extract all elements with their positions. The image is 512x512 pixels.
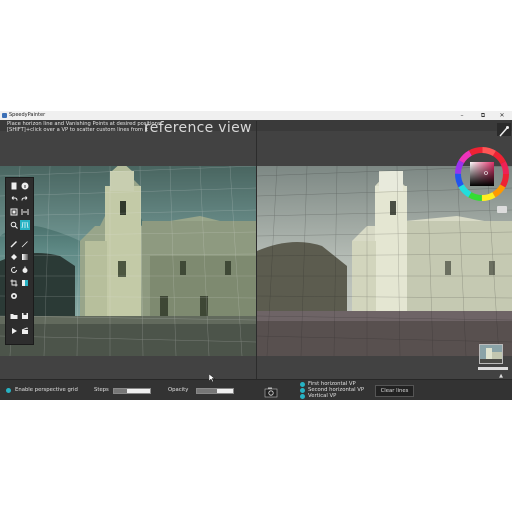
reference-thumbnail[interactable] bbox=[479, 344, 503, 364]
pencil-icon[interactable] bbox=[20, 239, 30, 249]
gradient-icon[interactable] bbox=[20, 252, 30, 262]
new-doc-icon[interactable] bbox=[9, 181, 19, 191]
mirror-icon[interactable] bbox=[20, 278, 30, 288]
close-button[interactable]: ✕ bbox=[492, 111, 512, 120]
first-vp-radio[interactable] bbox=[300, 382, 305, 387]
frame-icon[interactable] bbox=[9, 207, 19, 217]
opacity-slider-fill bbox=[197, 389, 217, 393]
perspective-grid-label: Enable perspective grid bbox=[15, 387, 78, 393]
second-vp-radio[interactable] bbox=[300, 388, 305, 393]
brush-icon[interactable] bbox=[9, 239, 19, 249]
mouse-cursor-icon bbox=[209, 374, 215, 382]
opacity-label: Opacity bbox=[168, 387, 189, 393]
app-window: SpeedyPainter – ⧉ ✕ Place horizon line a… bbox=[0, 111, 512, 400]
fill-icon[interactable] bbox=[9, 252, 19, 262]
play-icon[interactable] bbox=[9, 326, 19, 336]
perspective-grid-toggle[interactable] bbox=[6, 388, 11, 393]
thumbnail-scrollbar[interactable] bbox=[478, 367, 508, 370]
brush-settings-icon[interactable] bbox=[497, 123, 511, 137]
hint-text: Place horizon line and Vanishing Points … bbox=[7, 121, 161, 133]
steps-slider[interactable] bbox=[113, 388, 151, 394]
grid-icon[interactable] bbox=[20, 220, 30, 230]
save-icon[interactable] bbox=[20, 311, 30, 321]
steps-label: Steps bbox=[94, 387, 109, 393]
color-icon[interactable] bbox=[9, 291, 19, 301]
drawing-canvas[interactable] bbox=[0, 166, 256, 356]
redo-icon[interactable] bbox=[20, 194, 30, 204]
tool-palette bbox=[5, 177, 34, 345]
reference-view-label: reference view bbox=[144, 120, 252, 136]
maximize-button[interactable]: ⧉ bbox=[473, 111, 493, 120]
hint-line-2: [SHIFT]+click over a VP to scatter custo… bbox=[7, 127, 149, 133]
title-bar: SpeedyPainter – ⧉ ✕ bbox=[0, 111, 512, 120]
folder-icon[interactable] bbox=[9, 311, 19, 321]
brush-size-handle[interactable] bbox=[497, 206, 507, 213]
app-icon bbox=[2, 113, 7, 118]
vertical-vp-radio[interactable] bbox=[300, 394, 305, 399]
fit-icon[interactable] bbox=[20, 207, 30, 217]
crop-icon[interactable] bbox=[9, 278, 19, 288]
zoom-icon[interactable] bbox=[9, 220, 19, 230]
opacity-slider[interactable] bbox=[196, 388, 234, 394]
view-divider bbox=[256, 121, 257, 379]
eyedropper-icon[interactable] bbox=[20, 265, 30, 275]
rotate-icon[interactable] bbox=[9, 265, 19, 275]
camera-icon[interactable] bbox=[263, 384, 279, 398]
info-icon[interactable] bbox=[20, 181, 30, 191]
window-title: SpeedyPainter bbox=[9, 112, 46, 118]
steps-slider-fill bbox=[114, 389, 127, 393]
vertical-vp-label: Vertical VP bbox=[308, 393, 337, 399]
clapper-icon[interactable] bbox=[20, 326, 30, 336]
undo-icon[interactable] bbox=[9, 194, 19, 204]
clear-lines-button[interactable]: Clear lines bbox=[375, 385, 414, 397]
color-picker-wheel[interactable] bbox=[455, 147, 509, 201]
perspective-options-bar: Enable perspective grid Steps Opacity Fi… bbox=[0, 379, 512, 400]
minimize-button[interactable]: – bbox=[452, 111, 472, 120]
